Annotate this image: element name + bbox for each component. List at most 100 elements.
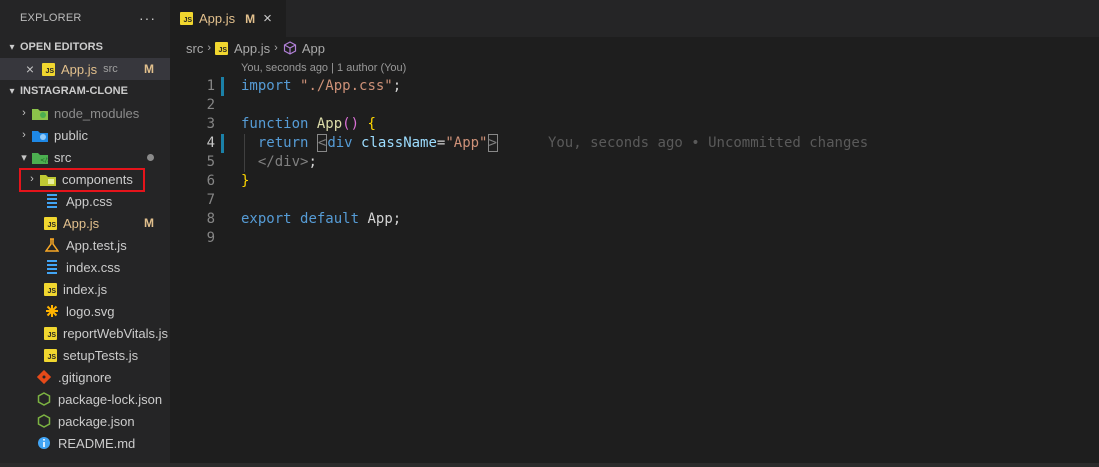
js-icon: JS <box>44 348 57 362</box>
file-logo-svg[interactable]: logo.svg <box>0 300 170 322</box>
code-line: 7 <box>170 191 1099 210</box>
folder-label: node_modules <box>54 105 140 121</box>
code-line: 2 <box>170 96 1099 115</box>
breadcrumb-folder[interactable]: src <box>186 41 203 56</box>
tab-bar: JS App.js M × <box>170 0 1099 37</box>
token-paren: () <box>342 116 360 132</box>
folder-icon <box>32 105 48 121</box>
node-icon <box>36 413 52 429</box>
folder-label: components <box>62 171 133 187</box>
bottom-edge <box>0 463 1099 467</box>
folder-node-modules[interactable]: › node_modules <box>0 102 170 124</box>
chevron-right-icon: › <box>207 42 212 54</box>
gutter <box>215 134 241 153</box>
svg-icon <box>44 303 60 319</box>
open-editor-path: src <box>103 63 118 75</box>
ellipsis-icon[interactable]: ··· <box>139 10 156 26</box>
file-app-test-js[interactable]: App.test.js <box>0 234 170 256</box>
file-reportwebvitals-js[interactable]: JS reportWebVitals.js <box>0 322 170 344</box>
token-string: "App" <box>445 135 488 151</box>
file-label: README.md <box>58 435 136 451</box>
tab-label: App.js <box>199 11 236 26</box>
code-line: 8 export default App; <box>170 210 1099 229</box>
js-icon: JS <box>44 216 57 230</box>
file-package-lock-json[interactable]: package-lock.json <box>0 388 170 410</box>
tab-app-js[interactable]: JS App.js M × <box>170 0 286 37</box>
chevron-down-icon: ▾ <box>9 41 15 53</box>
folder-src[interactable]: ▾ </> src <box>0 146 170 168</box>
token-keyword: function <box>241 116 309 132</box>
file-label: App.js <box>63 215 100 231</box>
modified-badge: M <box>144 216 154 230</box>
file-label: App.css <box>66 193 113 209</box>
chevron-right-icon: › <box>22 129 26 141</box>
token-punct: ; <box>308 154 317 170</box>
chevron-down-icon: ▾ <box>9 85 15 97</box>
gutter <box>215 191 241 210</box>
file-package-json[interactable]: package.json <box>0 410 170 432</box>
token-brace: { <box>367 116 376 132</box>
code-editor[interactable]: 1 import "./App.css"; 2 3 function App()… <box>170 77 1099 248</box>
folder-public[interactable]: › public <box>0 124 170 146</box>
open-editor-filename: App.js <box>61 61 98 77</box>
close-icon[interactable]: × <box>22 61 38 77</box>
file-app-css[interactable]: App.css <box>0 190 170 212</box>
indent-guide <box>244 153 245 172</box>
css-icon <box>44 193 60 209</box>
close-icon[interactable]: × <box>263 10 272 27</box>
token-punct: ; <box>392 78 402 94</box>
open-editors-section[interactable]: ▾ OPEN EDITORS <box>0 36 170 58</box>
file-readme-md[interactable]: README.md <box>0 432 170 454</box>
file-gitignore[interactable]: .gitignore <box>0 366 170 388</box>
change-indicator <box>221 77 224 96</box>
svg-text:</>: </> <box>40 157 48 164</box>
project-section[interactable]: ▾ INSTAGRAM-CLONE <box>0 80 170 102</box>
project-label: INSTAGRAM-CLONE <box>20 85 128 97</box>
line-number: 5 <box>206 154 215 170</box>
file-app-js[interactable]: JS App.js M <box>0 212 170 234</box>
token-bracket: > <box>487 134 498 152</box>
file-index-js[interactable]: JS index.js <box>0 278 170 300</box>
token-string: "./App.css" <box>300 78 393 94</box>
token-attr: className <box>361 135 437 151</box>
line-number: 8 <box>206 211 215 227</box>
line-number: 1 <box>206 78 215 94</box>
codelens-blame[interactable]: You, seconds ago | 1 author (You) <box>170 59 1099 77</box>
node-icon <box>36 391 52 407</box>
open-editor-item-app-js[interactable]: × JS App.js src M <box>0 58 170 80</box>
file-label: .gitignore <box>58 369 112 385</box>
file-label: package-lock.json <box>58 391 163 407</box>
gutter <box>215 229 241 248</box>
info-icon <box>36 435 52 451</box>
token-tag: div <box>327 135 353 151</box>
explorer-header: EXPLORER ··· <box>0 0 170 36</box>
js-icon: JS <box>44 282 57 296</box>
file-label: reportWebVitals.js <box>63 325 169 341</box>
line-number: 3 <box>206 116 215 132</box>
file-setuptests-js[interactable]: JS setupTests.js <box>0 344 170 366</box>
js-icon: JS <box>42 62 55 76</box>
line-number: 9 <box>206 230 215 246</box>
line-number: 7 <box>206 192 215 208</box>
breadcrumb-symbol[interactable]: App <box>302 41 325 56</box>
file-label: package.json <box>58 413 135 429</box>
gutter <box>215 77 241 96</box>
token-keyword: export <box>241 211 292 227</box>
folder-components[interactable]: › components <box>0 168 170 190</box>
file-label: index.js <box>63 281 108 297</box>
change-indicator <box>221 134 224 153</box>
gutter <box>215 115 241 134</box>
git-icon <box>36 369 52 385</box>
breadcrumb-file[interactable]: App.js <box>234 41 270 56</box>
code-line: 3 function App() { <box>170 115 1099 134</box>
folder-icon <box>40 171 56 187</box>
code-line: 1 import "./App.css"; <box>170 77 1099 96</box>
file-label: setupTests.js <box>63 347 139 363</box>
modified-badge: M <box>245 11 256 26</box>
file-index-css[interactable]: index.css <box>0 256 170 278</box>
gutter <box>215 172 241 191</box>
token-punct: ; <box>392 211 402 227</box>
js-icon: JS <box>180 12 193 25</box>
editor-area: JS App.js M × src › JS App.js › App You,… <box>170 0 1099 467</box>
folder-icon: </> <box>32 149 48 165</box>
